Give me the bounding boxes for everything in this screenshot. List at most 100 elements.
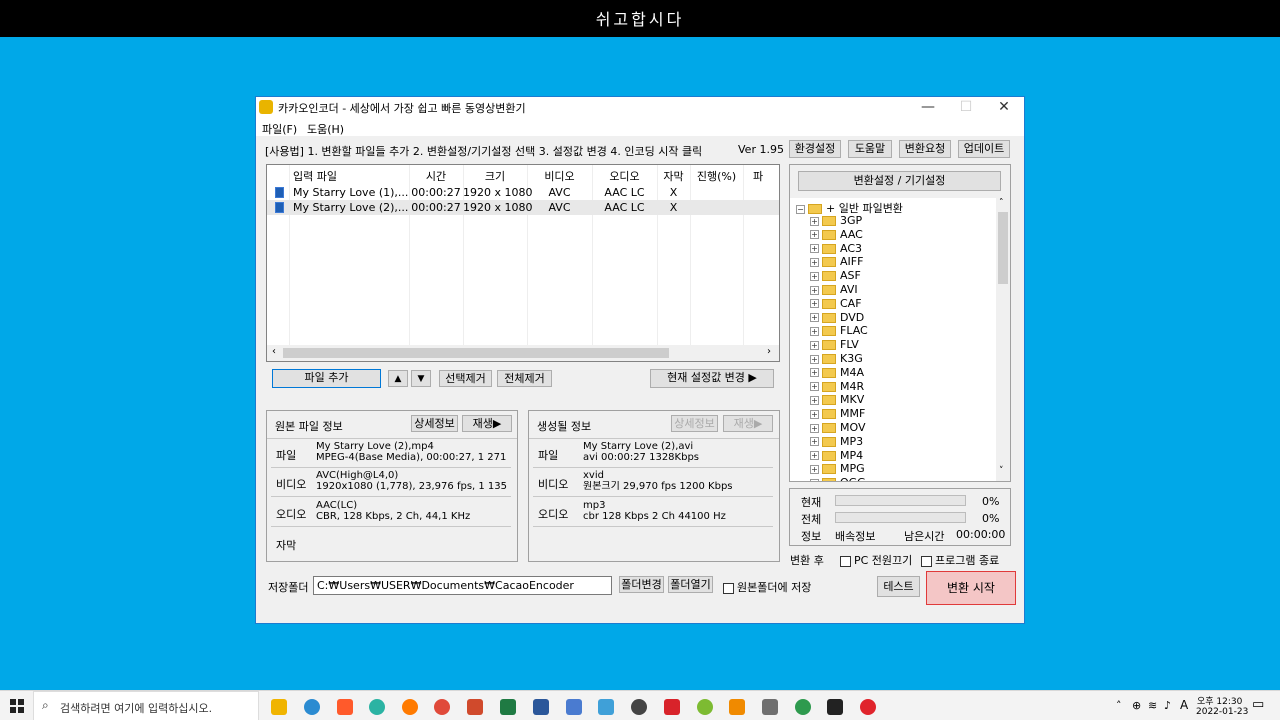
search-box[interactable]: ⌕ 검색하려면 여기에 입력하십시오. xyxy=(33,691,259,720)
firefox-icon[interactable] xyxy=(402,699,418,715)
update-button[interactable]: 업데이트 xyxy=(958,140,1010,158)
preferences-button[interactable]: 환경설정 xyxy=(789,140,841,158)
expand-icon[interactable]: + xyxy=(810,409,819,419)
col-input-file[interactable]: 입력 파일 xyxy=(293,168,337,184)
expand-icon[interactable]: + xyxy=(810,299,819,309)
menu-help[interactable]: 도움(H) xyxy=(307,121,344,137)
scroll-left-icon[interactable]: ‹ xyxy=(272,346,276,357)
expand-icon[interactable]: + xyxy=(810,395,819,405)
request-button[interactable]: 변환요청 xyxy=(899,140,951,158)
powerpoint-icon[interactable] xyxy=(467,699,483,715)
table-row[interactable]: My Starry Love (2),... 00:00:27 1920 x 1… xyxy=(267,200,779,215)
tree-item[interactable]: + M4A xyxy=(810,366,864,380)
app-icon[interactable] xyxy=(795,699,811,715)
col-time[interactable]: 시간 xyxy=(409,168,463,184)
expand-icon[interactable]: + xyxy=(810,326,819,336)
expand-icon[interactable]: + xyxy=(810,230,819,240)
tree-item[interactable]: + MOV xyxy=(810,421,865,435)
scroll-thumb[interactable] xyxy=(998,212,1008,284)
calculator-icon[interactable] xyxy=(762,699,778,715)
expand-icon[interactable]: + xyxy=(810,451,819,461)
tree-item[interactable]: + AIFF xyxy=(810,255,863,269)
col-subtitle[interactable]: 자막 xyxy=(657,168,690,184)
edge-browser-icon[interactable] xyxy=(304,699,320,715)
conversion-settings-button[interactable]: 변환설정 / 기기설정 xyxy=(798,171,1001,191)
file-list[interactable]: 입력 파일 시간 크기 비디오 오디오 자막 진행(%) 파 My Starry… xyxy=(266,164,780,362)
tree-item[interactable]: + MPG xyxy=(810,462,865,476)
same-folder-checkbox[interactable]: 원본폴더에 저장 xyxy=(723,579,811,595)
app-icon[interactable] xyxy=(598,699,614,715)
test-button[interactable]: 테스트 xyxy=(877,576,920,597)
brave-browser-icon[interactable] xyxy=(337,699,353,715)
tree-item[interactable]: + FLV xyxy=(810,338,859,352)
tree-item[interactable]: + MKV xyxy=(810,393,864,407)
windows-start-icon[interactable] xyxy=(10,699,24,713)
tree-item[interactable]: + ASF xyxy=(810,269,861,283)
clock-time[interactable]: 오후 12:30 xyxy=(1197,694,1242,707)
col-size[interactable]: 크기 xyxy=(463,168,527,184)
file-explorer-icon[interactable] xyxy=(271,699,287,715)
expand-icon[interactable]: + xyxy=(810,216,819,226)
tree-item[interactable]: + AVI xyxy=(810,283,858,297)
maximize-button[interactable]: ☐ xyxy=(946,97,986,118)
tree-item[interactable]: + FLAC xyxy=(810,324,868,338)
tree-item[interactable]: + K3G xyxy=(810,352,863,366)
scroll-thumb[interactable] xyxy=(283,348,669,358)
change-settings-button[interactable]: 현재 설정값 변경 ▶ xyxy=(650,369,774,388)
expand-icon[interactable]: + xyxy=(810,340,819,350)
expand-icon[interactable]: + xyxy=(810,271,819,281)
vlc-icon[interactable] xyxy=(729,699,745,715)
remove-all-button[interactable]: 전체제거 xyxy=(497,370,552,387)
tray-chevron-icon[interactable]: ˄ xyxy=(1116,699,1122,712)
app-icon[interactable] xyxy=(827,699,843,715)
tree-item[interactable]: + CAF xyxy=(810,297,862,311)
source-detail-button[interactable]: 상세정보 xyxy=(411,415,458,432)
input-language-indicator[interactable]: A xyxy=(1180,698,1188,712)
close-button[interactable]: ✕ xyxy=(984,97,1024,118)
opera-icon[interactable] xyxy=(860,699,876,715)
expand-icon[interactable]: + xyxy=(810,285,819,295)
scroll-right-icon[interactable]: › xyxy=(767,346,771,357)
source-play-button[interactable]: 재생▶ xyxy=(462,415,512,432)
tree-item[interactable]: + AAC xyxy=(810,228,863,242)
start-conversion-button[interactable]: 변환 시작 xyxy=(926,571,1016,605)
app-icon[interactable] xyxy=(369,699,385,715)
quit-program-checkbox[interactable]: 프로그램 종료 xyxy=(921,552,999,568)
col-extra[interactable]: 파 xyxy=(743,168,773,184)
tree-item[interactable]: + DVD xyxy=(810,311,864,325)
title-bar[interactable]: 카카오인코더 - 세상에서 가장 쉽고 빠른 동영상변환기 — ☐ ✕ xyxy=(256,97,1024,118)
table-row[interactable]: My Starry Love (1),... 00:00:27 1920 x 1… xyxy=(267,185,779,200)
tree-item[interactable]: + AC3 xyxy=(810,242,862,256)
tree-item[interactable]: + MP4 xyxy=(810,449,863,463)
menu-file[interactable]: 파일(F) xyxy=(262,121,297,137)
expand-icon[interactable]: + xyxy=(810,382,819,392)
app-icon[interactable] xyxy=(631,699,647,715)
open-folder-button[interactable]: 폴더열기 xyxy=(668,576,713,593)
add-file-button[interactable]: 파일 추가 xyxy=(272,369,381,388)
app-icon[interactable] xyxy=(566,699,582,715)
expand-icon[interactable]: + xyxy=(810,313,819,323)
minimize-button[interactable]: — xyxy=(908,97,948,118)
scroll-up-icon[interactable]: ˄ xyxy=(999,198,1004,208)
tree-item[interactable]: + OGG xyxy=(810,476,866,481)
scroll-down-icon[interactable]: ˅ xyxy=(999,466,1004,476)
col-progress[interactable]: 진행(%) xyxy=(690,168,743,184)
tree-root[interactable]: − + 일반 파일변환 xyxy=(796,200,903,215)
expand-icon[interactable]: + xyxy=(810,478,819,481)
expand-icon[interactable]: + xyxy=(810,368,819,378)
move-up-button[interactable]: ▲ xyxy=(388,370,408,387)
expand-icon[interactable]: + xyxy=(810,244,819,254)
help-button[interactable]: 도움말 xyxy=(848,140,892,158)
output-detail-button[interactable]: 상세정보 xyxy=(671,415,718,432)
wifi-icon[interactable]: ≋ xyxy=(1148,699,1157,712)
change-folder-button[interactable]: 폴더변경 xyxy=(619,576,664,593)
app-icon[interactable] xyxy=(697,699,713,715)
notification-icon[interactable]: ▭ xyxy=(1252,697,1264,712)
expand-icon[interactable]: + xyxy=(810,464,819,474)
format-tree[interactable]: − + 일반 파일변환 +3GP + AAC + AC3 + AIFF + ASF + AVI + CAF… xyxy=(790,198,1010,481)
app-icon[interactable] xyxy=(664,699,680,715)
tree-item[interactable]: +3GP xyxy=(810,214,862,228)
excel-icon[interactable] xyxy=(500,699,516,715)
expand-icon[interactable]: + xyxy=(810,257,819,267)
expand-icon[interactable]: + xyxy=(810,437,819,447)
